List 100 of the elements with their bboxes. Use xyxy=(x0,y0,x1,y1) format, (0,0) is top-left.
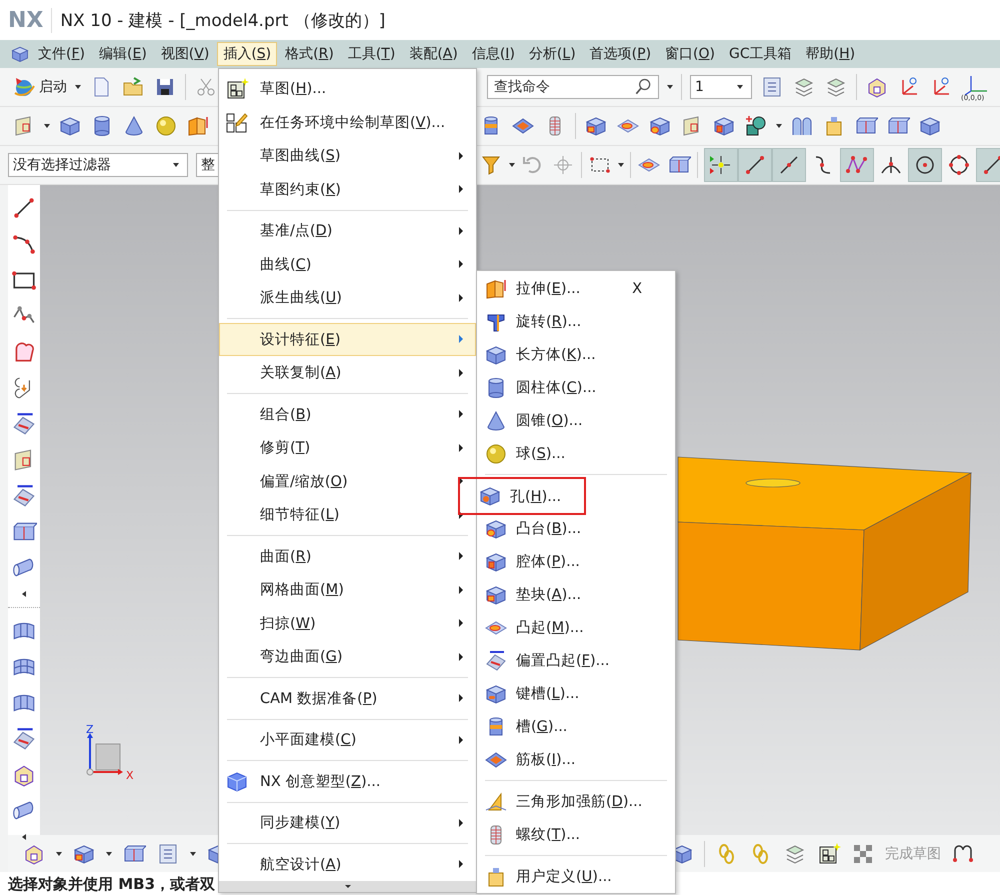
submenu-arrow-icon xyxy=(459,586,463,594)
menu-item[interactable]: 网格曲面(M) xyxy=(219,573,476,606)
line-icon[interactable] xyxy=(981,153,1000,177)
menu-item[interactable]: 圆锥(O)... xyxy=(477,404,675,437)
menu-item[interactable]: 同步建模(Y) xyxy=(219,806,476,840)
dropdown-caret-icon[interactable] xyxy=(509,163,515,167)
menu-item[interactable]: 偏置/缩放(O) xyxy=(219,464,476,498)
dropdown-caret-icon[interactable] xyxy=(75,85,81,89)
selection-filter-dropdown[interactable]: 没有选择过滤器 xyxy=(8,153,188,177)
dropdown-caret-icon[interactable] xyxy=(190,852,196,856)
dropdown-caret-icon[interactable] xyxy=(667,85,673,89)
cube-icon[interactable] xyxy=(10,44,30,64)
dropdown-caret-icon[interactable] xyxy=(56,852,62,856)
wire-cube-icon[interactable] xyxy=(225,770,249,794)
menu-item[interactable]: 关联复制(A) xyxy=(219,356,476,390)
snap-point-icon[interactable] xyxy=(709,153,733,177)
dropdown-caret-icon[interactable] xyxy=(618,163,624,167)
menu-item[interactable]: 扫掠(W) xyxy=(219,606,476,640)
menu-item[interactable]: 派生曲线(U) xyxy=(219,281,476,314)
menu-bar-item[interactable]: 窗口(O) xyxy=(659,42,722,66)
extrude-icon[interactable] xyxy=(484,277,508,301)
search-icon[interactable] xyxy=(633,77,653,97)
submenu-arrow-icon xyxy=(459,444,463,452)
menu-item[interactable]: 拉伸(E)... X xyxy=(477,272,675,305)
menu-item[interactable]: 槽(G)... xyxy=(477,710,675,743)
snap-toggle-button[interactable] xyxy=(738,148,772,182)
menu-bar-item[interactable]: 视图(V) xyxy=(154,42,216,66)
sheet-icon[interactable] xyxy=(11,483,37,509)
snap-toggle-button[interactable] xyxy=(908,148,942,182)
menu-item[interactable]: 凸台(B)... xyxy=(477,512,675,545)
menu-item[interactable]: 曲面(R) xyxy=(219,540,476,573)
menu-bar-item[interactable]: 格式(R) xyxy=(279,42,340,66)
sheet-icon[interactable] xyxy=(11,726,37,752)
sheet-icon[interactable] xyxy=(11,411,37,437)
sphere-icon[interactable] xyxy=(484,442,508,466)
menu-bar-item[interactable]: 帮助(H) xyxy=(800,42,862,66)
menu-bar-item[interactable]: 插入(S) xyxy=(217,42,278,66)
snap-toggle-button[interactable] xyxy=(840,148,874,182)
menu-bar-item[interactable]: 首选项(P) xyxy=(584,42,658,66)
more-arrow-icon[interactable] xyxy=(22,591,26,597)
menu-item[interactable]: 腔体(P)... xyxy=(477,545,675,578)
menu-item[interactable]: 螺纹(T)... xyxy=(477,818,675,851)
snap-toggle-button[interactable] xyxy=(976,148,1000,182)
menu-bar-item[interactable]: GC工具箱 xyxy=(723,42,798,66)
submenu-arrow-icon xyxy=(459,260,463,268)
dropdown-caret-icon[interactable] xyxy=(44,124,50,128)
menu-bar-item[interactable]: 编辑(E) xyxy=(93,42,153,66)
menu-bar-item[interactable]: 分析(L) xyxy=(522,42,582,66)
sphere-icon[interactable] xyxy=(154,114,178,138)
submenu-arrow-icon xyxy=(459,619,463,628)
menu-item[interactable]: 键槽(L)... xyxy=(477,677,675,710)
search-field[interactable]: 查找命令 xyxy=(487,75,659,99)
menu-bar-item[interactable]: 工具(T) xyxy=(342,42,402,66)
line-icon[interactable] xyxy=(743,153,767,177)
menu-item[interactable]: 弯边曲面(G) xyxy=(219,640,476,674)
menu-item[interactable]: 球(S)... xyxy=(477,437,675,470)
menu-bar-item[interactable]: 装配(A) xyxy=(403,42,464,66)
menu-item[interactable]: 孔(H)... xyxy=(478,480,584,512)
menu-item[interactable]: 基准/点(D) xyxy=(219,214,476,248)
snap-toggle-button[interactable] xyxy=(704,148,738,182)
menu-item[interactable]: 长方体(K)... xyxy=(477,338,675,371)
menu-item[interactable]: 圆柱体(C)... xyxy=(477,371,675,404)
sketch-icon[interactable] xyxy=(817,842,841,866)
menu-item[interactable]: 小平面建模(C) xyxy=(219,723,476,756)
menu-item[interactable]: 筋板(I)... xyxy=(477,743,675,776)
submenu-arrow-icon xyxy=(459,818,463,827)
globe-icon[interactable] xyxy=(12,75,36,99)
menu-item[interactable]: NX 创意塑型(Z)... xyxy=(219,764,476,798)
menu-item[interactable]: 偏置凸起(F)... xyxy=(477,644,675,677)
circle-points-icon[interactable] xyxy=(947,153,971,177)
menu-item[interactable]: CAM 数据准备(P) xyxy=(219,682,476,715)
submenu-arrow-icon xyxy=(459,294,463,302)
menu-item[interactable]: 旋转(R)... xyxy=(477,305,675,338)
shape-plus-icon[interactable] xyxy=(744,114,768,138)
snap-toggle-button[interactable] xyxy=(772,148,806,182)
menu-item[interactable]: 细节特征(L) xyxy=(219,498,476,532)
menu-item[interactable]: 垫块(A)... xyxy=(477,578,675,611)
sketch-icon[interactable] xyxy=(225,77,249,101)
dropdown-caret-icon[interactable] xyxy=(106,852,112,856)
menu-item[interactable]: 三角形加强筋(D)... xyxy=(477,785,675,818)
menu-item[interactable]: 在任务环境中绘制草图(V)... xyxy=(219,106,476,139)
menu-item[interactable]: 凸起(M)... xyxy=(477,611,675,644)
submenu-arrow-icon xyxy=(459,368,463,377)
menu-item[interactable]: 草图曲线(S) xyxy=(219,139,476,172)
start-button[interactable]: 启动 xyxy=(12,75,67,99)
menu-item[interactable]: 草图(H)... xyxy=(219,72,476,106)
extrude-icon[interactable] xyxy=(186,114,210,138)
sheet-icon[interactable] xyxy=(484,649,508,673)
app-logo: NX xyxy=(8,8,52,32)
menu-item[interactable]: 设计特征(E) xyxy=(219,322,476,356)
menu-bar-item[interactable]: 信息(I) xyxy=(466,42,521,66)
menu-item[interactable]: 曲线(C) xyxy=(219,248,476,281)
menu-item[interactable]: 草图约束(K) xyxy=(219,172,476,206)
sketch-pencil-icon[interactable] xyxy=(225,110,249,134)
layer-dropdown[interactable]: 1 xyxy=(690,75,752,99)
dropdown-caret-icon[interactable] xyxy=(776,124,782,128)
menu-item[interactable]: 修剪(T) xyxy=(219,431,476,464)
menu-bar-item[interactable]: 文件(F) xyxy=(32,42,91,66)
menu-item[interactable]: 组合(B) xyxy=(219,398,476,431)
submenu-arrow-icon xyxy=(459,477,463,486)
